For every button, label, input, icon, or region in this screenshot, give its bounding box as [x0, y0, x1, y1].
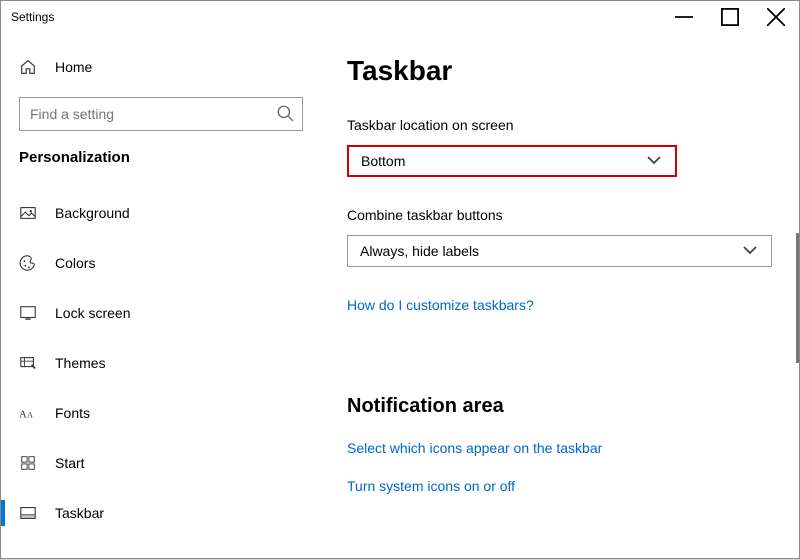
themes-icon — [19, 354, 37, 372]
search-box[interactable] — [19, 97, 303, 131]
close-button[interactable] — [753, 1, 799, 33]
sidebar-item-start[interactable]: Start — [1, 438, 321, 488]
svg-text:A: A — [27, 411, 33, 420]
location-value: Bottom — [361, 153, 405, 169]
chevron-down-icon — [741, 241, 759, 262]
location-label: Taskbar location on screen — [347, 117, 799, 133]
home-icon — [19, 58, 37, 76]
select-icons-link[interactable]: Select which icons appear on the taskbar — [347, 440, 799, 456]
home-nav[interactable]: Home — [1, 47, 321, 87]
sidebar-item-label: Lock screen — [55, 305, 130, 321]
sidebar-item-background[interactable]: Background — [1, 188, 321, 238]
sidebar-item-label: Start — [55, 455, 85, 471]
minimize-button[interactable] — [661, 1, 707, 33]
notification-heading: Notification area — [347, 395, 799, 418]
chevron-down-icon — [645, 151, 663, 172]
scrollbar[interactable] — [796, 233, 799, 363]
sidebar-section: Personalization — [1, 149, 321, 180]
sidebar-item-label: Colors — [55, 255, 95, 271]
sidebar-item-themes[interactable]: Themes — [1, 338, 321, 388]
sidebar-item-label: Fonts — [55, 405, 90, 421]
start-icon — [19, 454, 37, 472]
sidebar-item-label: Themes — [55, 355, 106, 371]
system-icons-link[interactable]: Turn system icons on or off — [347, 478, 799, 494]
sidebar-item-taskbar[interactable]: Taskbar — [1, 488, 321, 538]
search-icon — [268, 104, 302, 125]
page-title: Taskbar — [347, 55, 799, 87]
sidebar-item-lock-screen[interactable]: Lock screen — [1, 288, 321, 338]
maximize-button[interactable] — [707, 1, 753, 33]
close-icon — [767, 8, 785, 26]
maximize-icon — [721, 8, 739, 26]
sidebar-item-fonts[interactable]: AA Fonts — [1, 388, 321, 438]
combine-value: Always, hide labels — [360, 243, 479, 259]
location-select[interactable]: Bottom — [347, 145, 677, 177]
combine-select[interactable]: Always, hide labels — [347, 235, 772, 267]
fonts-icon: AA — [19, 404, 37, 422]
home-label: Home — [55, 59, 92, 75]
search-input[interactable] — [20, 106, 268, 122]
window-title: Settings — [11, 10, 54, 24]
titlebar: Settings — [1, 1, 799, 33]
palette-icon — [19, 254, 37, 272]
content-pane: Taskbar Taskbar location on screen Botto… — [321, 33, 799, 558]
combine-label: Combine taskbar buttons — [347, 207, 799, 223]
picture-icon — [19, 204, 37, 222]
lock-screen-icon — [19, 304, 37, 322]
svg-text:A: A — [19, 409, 27, 421]
taskbar-icon — [19, 504, 37, 522]
sidebar: Home Personalization Background — [1, 33, 321, 558]
sidebar-item-label: Taskbar — [55, 505, 104, 521]
customize-link[interactable]: How do I customize taskbars? — [347, 297, 799, 313]
sidebar-item-label: Background — [55, 205, 130, 221]
minimize-icon — [675, 8, 693, 26]
sidebar-item-colors[interactable]: Colors — [1, 238, 321, 288]
